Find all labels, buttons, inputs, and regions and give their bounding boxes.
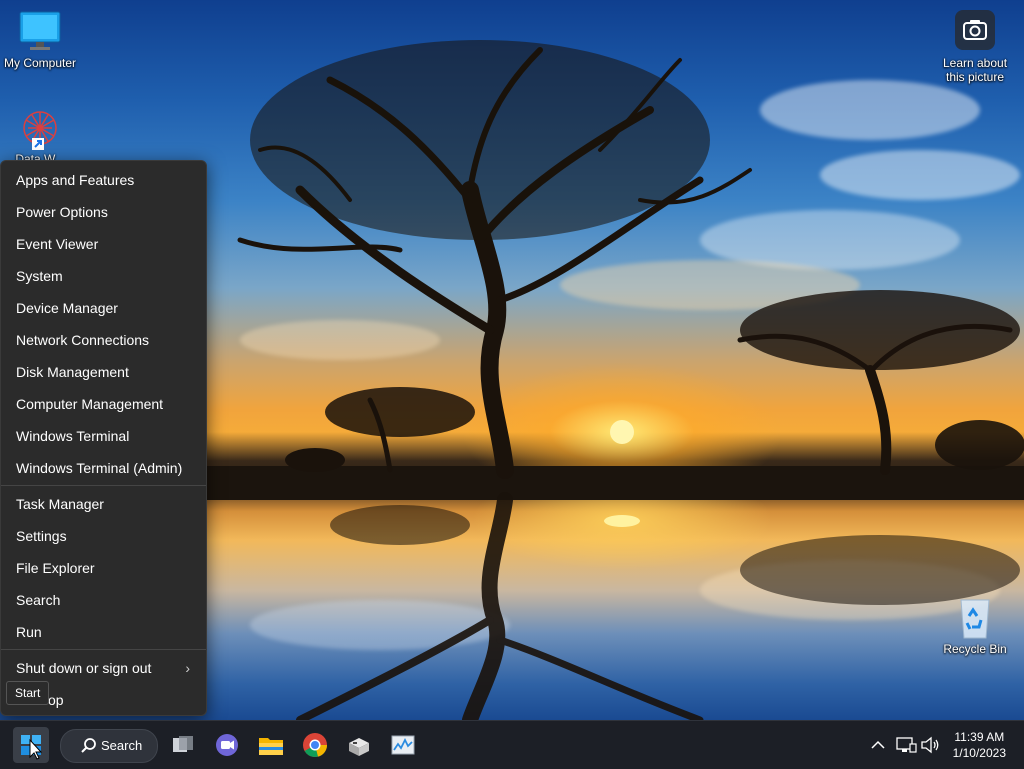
menu-item-label: Shut down or sign out [16, 660, 152, 676]
file-explorer-icon [259, 738, 283, 755]
windows-start-icon [21, 735, 43, 760]
menu-item-system[interactable]: System [1, 260, 206, 292]
task-manager-button[interactable] [385, 727, 421, 763]
volume-button[interactable] [918, 733, 942, 757]
speaker-icon [921, 736, 939, 754]
menu-item-device-manager[interactable]: Device Manager [1, 292, 206, 324]
chrome-button[interactable] [297, 727, 333, 763]
menu-item-settings[interactable]: Settings [1, 520, 206, 552]
menu-item-label: System [16, 268, 63, 284]
network-icon [896, 737, 917, 753]
menu-item-windows-terminal[interactable]: Windows Terminal [1, 420, 206, 452]
search-icon [81, 738, 96, 753]
menu-item-label: Run [16, 624, 42, 640]
clock-button[interactable]: 11:39 AM 1/10/2023 [953, 729, 1006, 761]
menu-item-label: Windows Terminal [16, 428, 130, 444]
clock-time: 11:39 AM [954, 730, 1005, 744]
start-button[interactable] [13, 727, 49, 763]
chevron-up-icon [871, 740, 885, 749]
computer-icon [18, 10, 62, 54]
menu-item-network-connections[interactable]: Network Connections [1, 324, 206, 356]
desktop-icon-label: Recycle Bin [943, 642, 1007, 656]
menu-item-power-options[interactable]: Power Options [1, 196, 206, 228]
file-explorer-button[interactable] [253, 727, 289, 763]
desktop-icon-recycle-bin[interactable]: Recycle Bin [935, 596, 1015, 656]
network-status-button[interactable] [894, 733, 918, 757]
menu-item-label: Search [16, 592, 61, 608]
menu-item-label: Disk Management [16, 364, 129, 380]
menu-item-task-manager[interactable]: Task Manager [1, 488, 206, 520]
desktop-icon-my-computer[interactable]: My Computer [0, 10, 80, 70]
task-view-button[interactable] [165, 727, 201, 763]
menu-item-label: Power Options [16, 204, 108, 220]
menu-separator [1, 485, 206, 486]
menu-item-label: op [48, 692, 64, 708]
taskbar: Search 11:39 AM 1/10/2023 [0, 720, 1024, 769]
menu-item-label: Settings [16, 528, 67, 544]
task-manager-icon [391, 735, 415, 755]
menu-item-label: Windows Terminal (Admin) [16, 460, 183, 476]
menu-item-label: Event Viewer [16, 236, 99, 252]
menu-item-run[interactable]: Run [1, 616, 206, 648]
menu-item-disk-management[interactable]: Disk Management [1, 356, 206, 388]
taskbar-search-box[interactable]: Search [60, 729, 158, 763]
menu-item-label: File Explorer [16, 560, 95, 576]
search-label: Search [101, 738, 143, 753]
chrome-icon [303, 733, 327, 758]
menu-separator [1, 649, 206, 650]
chat-button[interactable] [209, 727, 245, 763]
menu-item-file-explorer[interactable]: File Explorer [1, 552, 206, 584]
menu-item-label: Network Connections [16, 332, 150, 348]
recycle-bin-icon [953, 596, 997, 640]
app-icon [349, 738, 369, 756]
task-view-icon [173, 736, 193, 752]
menu-item-windows-terminal-admin[interactable]: Windows Terminal (Admin) [1, 452, 206, 484]
menu-item-search[interactable]: Search [1, 584, 206, 616]
winx-context-menu: Apps and Features Power Options Event Vi… [0, 160, 207, 716]
camera-icon [955, 10, 995, 50]
show-hidden-icons-button[interactable] [866, 733, 890, 757]
chevron-right-icon: › [185, 660, 190, 676]
app-button[interactable] [341, 727, 377, 763]
menu-item-label: Device Manager [16, 300, 118, 316]
menu-item-label: Apps and Features [16, 172, 135, 188]
desktop-icon-learn-about-picture[interactable]: Learn about this picture [935, 10, 1015, 84]
start-tooltip: Start [6, 681, 50, 705]
menu-item-event-viewer[interactable]: Event Viewer [1, 228, 206, 260]
network-graph-icon [18, 106, 62, 150]
desktop-icon-data-w[interactable]: Data W... [0, 106, 80, 166]
menu-item-shut-down-or-sign-out[interactable]: Shut down or sign out › [1, 652, 206, 684]
menu-item-computer-management[interactable]: Computer Management [1, 388, 206, 420]
menu-item-label: Task Manager [16, 496, 104, 512]
menu-item-apps-and-features[interactable]: Apps and Features [1, 164, 206, 196]
desktop-icon-label: My Computer [3, 56, 77, 70]
desktop-icon-label: Learn about this picture [942, 56, 1008, 84]
menu-item-label: Computer Management [16, 396, 164, 412]
clock-date: 1/10/2023 [952, 746, 1006, 760]
chat-icon [216, 734, 238, 756]
